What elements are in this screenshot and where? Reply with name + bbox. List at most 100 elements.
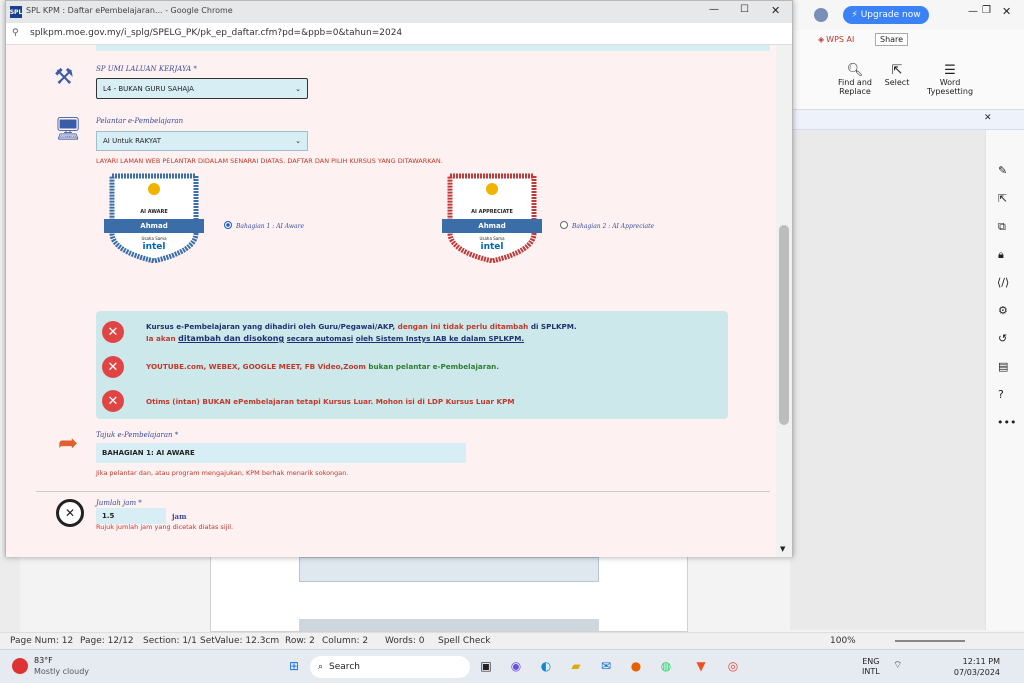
search-icon: ⌕ [318, 662, 324, 672]
job-select[interactable]: L4 - BUKAN GURU SAHAJA ⌄ [96, 78, 308, 99]
radio-ai-aware[interactable] [224, 221, 232, 229]
document-page [210, 556, 688, 632]
taskbar: 83°F Mostly cloudy ⊞ ⌕ Search ▣ ◉ ◐ ▰ ✉ ●… [0, 649, 1024, 683]
chrome-window: SPL SPL KPM : Daftar ePembelajaran... - … [5, 0, 793, 557]
column: Column: 2 [322, 636, 369, 646]
mail-icon[interactable]: ✉ [595, 655, 617, 677]
address-bar[interactable]: ⚲ splkpm.moe.gov.my/i_splg/SPELG_PK/pk_e… [6, 23, 792, 45]
help-icon[interactable]: ? [998, 388, 1004, 401]
zoom-slider[interactable] [895, 640, 965, 642]
hours-unit: jam [172, 512, 187, 521]
restore-icon[interactable]: ❐ [982, 5, 991, 16]
wps-notice-bar: ✕ [790, 110, 1024, 130]
scroll-down-icon[interactable]: ▼ [780, 545, 785, 553]
weather-widget[interactable]: 83°F Mostly cloudy [12, 655, 89, 677]
maximize-icon[interactable]: ☐ [740, 4, 749, 15]
radio-ai-appreciate[interactable] [560, 221, 568, 229]
url-text[interactable]: splkpm.moe.gov.my/i_splg/SPELG_PK/pk_ep_… [30, 28, 402, 38]
status-bar: Page Num: 12 Page: 12/12 Section: 1/1 Se… [0, 632, 1024, 649]
minimize-icon[interactable]: — [968, 6, 978, 17]
brave-icon[interactable]: ▼ [690, 655, 712, 677]
page-count: Page: 12/12 [80, 636, 134, 646]
code-icon[interactable]: ⟨/⟩ [997, 276, 1009, 289]
share-button[interactable]: Share [875, 33, 909, 46]
scroll-thumb[interactable] [779, 225, 789, 425]
file-explorer-icon[interactable]: ▰ [565, 655, 587, 677]
word-typesetting-button[interactable]: ☰ Word Typesetting [924, 63, 976, 96]
windows-start-icon[interactable]: ⊞ [283, 655, 305, 677]
notice-panel: ✕ Kursus e-Pembelajaran yang dihadiri ol… [96, 311, 728, 419]
hours-input[interactable]: 1.5 [96, 508, 166, 524]
ai-appreciate-badge: AI APPRECIATE Ahmad Usaha Sama intel [442, 171, 542, 264]
chevron-down-icon: ⌄ [295, 137, 301, 145]
wps-ai-button[interactable]: ◈ WPS AI [818, 35, 854, 44]
clock[interactable]: 12:11 PM 07/03/2024 [950, 656, 1000, 678]
site-favicon: SPL [10, 6, 22, 18]
wps-sidebar: ✎ ⇱ ⧉ 🔒︎ ⟨/⟩ ⚙ ↺ ▤ ? ••• [985, 130, 1024, 630]
platform-select[interactable]: AI Untuk RAKYAT ⌄ [96, 131, 308, 151]
row: Row: 2 [285, 636, 315, 646]
select-button[interactable]: ⇱ Select [880, 63, 914, 87]
task-view-icon[interactable]: ▣ [475, 655, 497, 677]
close-icon[interactable]: ✕ [984, 113, 992, 123]
instruction-text: LAYARI LAMAN WEB PELANTAR DIDALAM SENARA… [96, 157, 443, 165]
clock-icon: ✕ [56, 499, 84, 527]
close-icon[interactable]: ✕ [1002, 5, 1011, 18]
computer-icon: 🖥︎ [54, 117, 82, 142]
wifi-icon[interactable]: ⌔ [893, 659, 902, 672]
ai-icon: ◈ [818, 35, 825, 44]
chrome-icon[interactable]: ◎ [722, 655, 744, 677]
hours-label: Jumlah jam * [96, 499, 142, 507]
error-icon: ✕ [102, 321, 124, 343]
settings-icon[interactable]: ⚙ [998, 304, 1008, 317]
error-icon: ✕ [102, 390, 124, 412]
firefox-icon[interactable]: ● [625, 655, 647, 677]
search-box[interactable]: ⌕ Search [310, 656, 470, 678]
close-icon[interactable]: ✕ [771, 4, 780, 17]
lightning-icon: ⚡ [851, 10, 858, 20]
site-info-icon[interactable]: ⚲ [12, 28, 19, 38]
top-input-remnant [96, 45, 770, 51]
minimize-icon[interactable]: — [709, 4, 719, 15]
title-note: Jika pelantar dan, atau program mengajuk… [96, 469, 349, 477]
job-label: SP UMI LALUAN KERJAYA * [96, 65, 197, 73]
wps-titlebar: ⚡ Upgrade now — ❐ ✕ [790, 0, 1024, 30]
more-icon[interactable]: ••• [997, 416, 1016, 429]
find-replace-button[interactable]: 🔍︎ Find and Replace [835, 63, 875, 96]
pen-icon[interactable]: ✎ [998, 164, 1007, 177]
section: Section: 1/1 [143, 636, 197, 646]
arrow-icon: ➦ [58, 429, 79, 457]
word-count: Words: 0 [385, 636, 425, 646]
ai-appreciate-option-label: Bahagian 2 : AI Appreciate [572, 223, 655, 230]
copilot-icon[interactable]: ◉ [505, 655, 527, 677]
zoom-level: 100% [830, 636, 856, 646]
ai-aware-option-label: Bahagian 1 : AI Aware [236, 223, 304, 230]
avatar[interactable] [814, 8, 828, 22]
lock-icon[interactable]: 🔒︎ [998, 248, 1004, 262]
ruler [0, 556, 20, 632]
title-input[interactable]: BAHAGIAN 1: AI AWARE [96, 443, 466, 463]
search-icon: 🔍︎ [846, 63, 864, 78]
pointer-icon[interactable]: ⇱ [998, 192, 1007, 205]
scrollbar[interactable]: ▼ [776, 45, 792, 557]
page-thumbnail [299, 619, 599, 631]
divider [36, 491, 770, 492]
upgrade-button[interactable]: ⚡ Upgrade now [843, 6, 929, 24]
hours-note: Rujuk jumlah jam yang dicetak diatas sij… [96, 523, 234, 531]
copy-icon[interactable]: ⧉ [998, 220, 1006, 234]
edge-icon[interactable]: ◐ [535, 655, 557, 677]
page-num: Page Num: 12 [10, 636, 74, 646]
cursor-icon: ⇱ [891, 63, 903, 78]
page-thumbnail [299, 557, 599, 582]
typesetting-icon: ☰ [944, 63, 956, 78]
chevron-down-icon: ⌄ [295, 84, 301, 93]
page-content: ⚒ SP UMI LALUAN KERJAYA * L4 - BUKAN GUR… [6, 45, 776, 557]
window-title: SPL KPM : Daftar ePembelajaran... - Goog… [26, 6, 233, 15]
document-area [790, 130, 985, 630]
spell-check-button[interactable]: Spell Check [438, 636, 491, 646]
history-icon[interactable]: ↺ [998, 332, 1007, 345]
layout-icon[interactable]: ▤ [998, 360, 1008, 373]
language-indicator[interactable]: ENG INTL [862, 657, 880, 677]
wps-ribbon: ◈ WPS AI Share 🔍︎ Find and Replace ⇱ Sele… [790, 30, 1024, 110]
whatsapp-icon[interactable]: ◍ [655, 655, 677, 677]
